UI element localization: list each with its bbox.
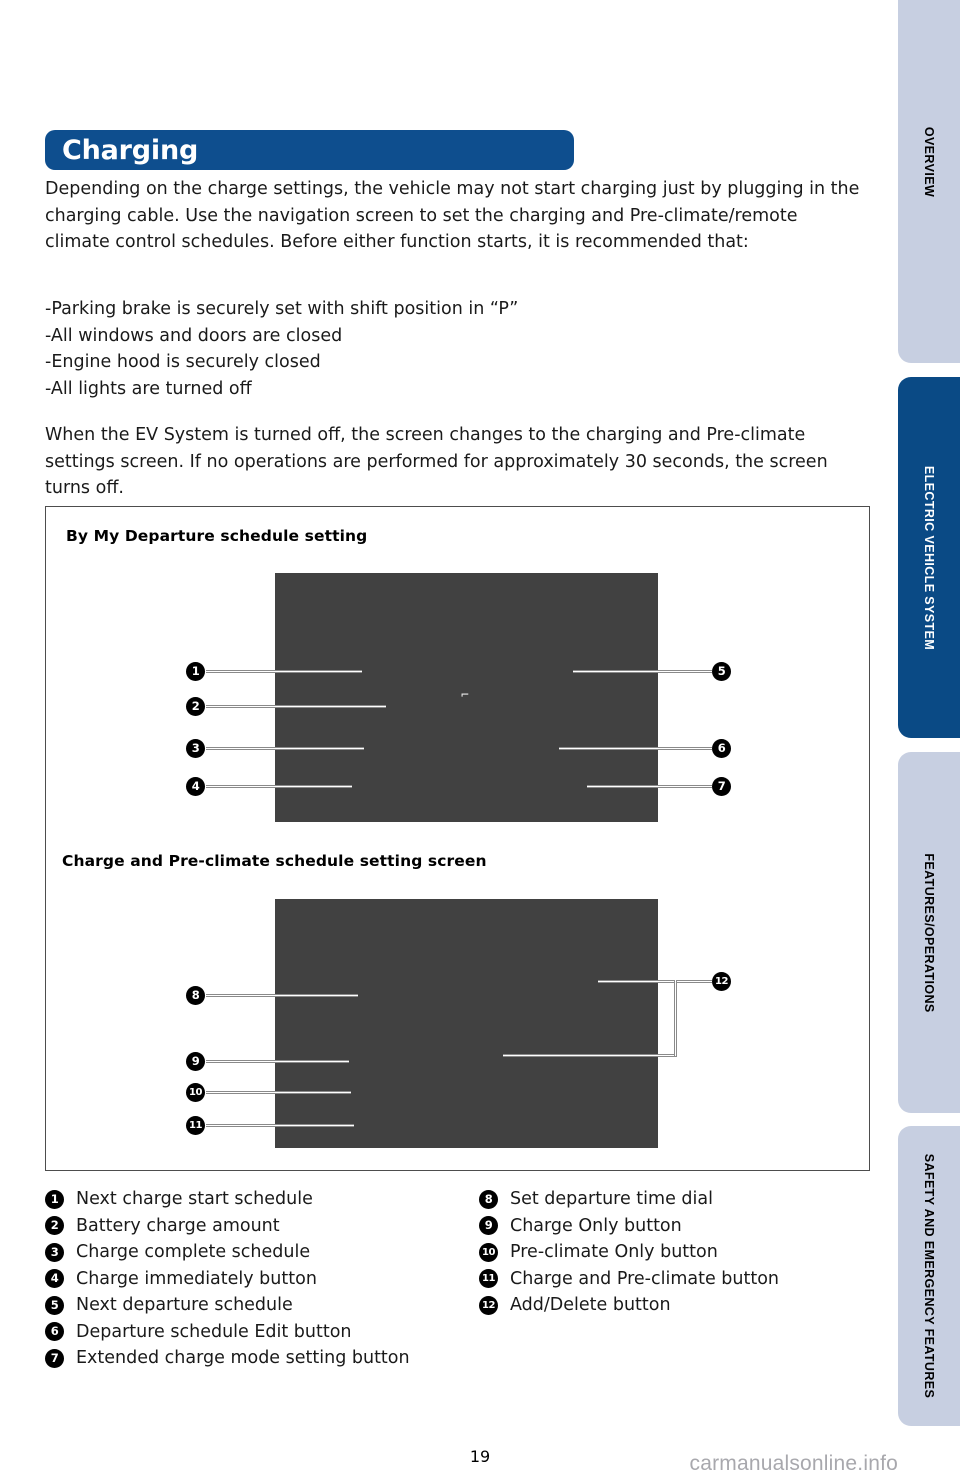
side-tab-overview-label: OVERVIEW bbox=[922, 126, 936, 197]
legend-item: 1 Next charge start schedule bbox=[45, 1186, 410, 1213]
legend-number: 9 bbox=[479, 1216, 498, 1236]
side-tab-overview[interactable]: OVERVIEW bbox=[898, 0, 960, 363]
figure-box: By My Departure schedule setting ⌐ 1 2 3… bbox=[45, 506, 870, 1171]
legend-item: 5 Next departure schedule bbox=[45, 1292, 410, 1319]
callout-12: 12 bbox=[712, 972, 731, 991]
site-watermark: carmanualsonline.info bbox=[689, 1452, 898, 1475]
legend-label: Charge complete schedule bbox=[76, 1242, 311, 1263]
legend-label: Departure schedule Edit button bbox=[76, 1321, 352, 1342]
legend-number: 11 bbox=[479, 1269, 498, 1289]
legend-label: Next departure schedule bbox=[76, 1295, 293, 1316]
leader-line-3 bbox=[206, 747, 364, 750]
legend-number: 2 bbox=[45, 1216, 64, 1236]
legend-item: 11 Charge and Pre-climate button bbox=[479, 1266, 779, 1293]
legend-column-right: 8 Set departure time dial 9 Charge Only … bbox=[479, 1186, 779, 1319]
legend-number: 10 bbox=[479, 1242, 498, 1262]
legend-item: 4 Charge immediately button bbox=[45, 1266, 410, 1293]
leader-line-5 bbox=[573, 670, 712, 673]
page-title: Charging bbox=[62, 135, 199, 166]
legend-label: Next charge start schedule bbox=[76, 1189, 313, 1210]
callout-11: 11 bbox=[186, 1116, 205, 1135]
legend-item: 12 Add/Delete button bbox=[479, 1292, 779, 1319]
legend-number: 4 bbox=[45, 1269, 64, 1289]
leader-line-1 bbox=[206, 670, 362, 673]
callout-1: 1 bbox=[186, 662, 205, 681]
legend-label: Charge and Pre-climate button bbox=[510, 1268, 780, 1289]
legend-item: 8 Set departure time dial bbox=[479, 1186, 779, 1213]
ev-system-off-paragraph: When the EV System is turned off, the sc… bbox=[45, 425, 828, 498]
leader-line-12-connector bbox=[674, 980, 677, 1056]
legend-number: 12 bbox=[479, 1295, 498, 1315]
legend-label: Extended charge mode setting button bbox=[76, 1348, 410, 1369]
side-tab-features-operations[interactable]: FEATURES/OPERATIONS bbox=[898, 752, 960, 1113]
side-tab-features-operations-label: FEATURES/OPERATIONS bbox=[922, 852, 936, 1013]
legend-label: Add/Delete button bbox=[510, 1295, 671, 1316]
legend-item: 9 Charge Only button bbox=[479, 1213, 779, 1240]
side-tab-electric-vehicle-system-label: ELECTRIC VEHICLE SYSTEM bbox=[922, 465, 936, 650]
legend-number: 5 bbox=[45, 1295, 64, 1315]
screen-bracket-glyph: ⌐ bbox=[461, 688, 469, 703]
callout-9: 9 bbox=[186, 1052, 205, 1071]
manual-page: OVERVIEW ELECTRIC VEHICLE SYSTEM FEATURE… bbox=[0, 0, 960, 1484]
side-tab-strip: OVERVIEW ELECTRIC VEHICLE SYSTEM FEATURE… bbox=[898, 0, 960, 1484]
leader-line-11 bbox=[206, 1124, 354, 1127]
leader-line-4 bbox=[206, 785, 352, 788]
callout-5: 5 bbox=[712, 662, 731, 681]
leader-line-6 bbox=[559, 747, 712, 750]
callout-3: 3 bbox=[186, 739, 205, 758]
legend-column-left: 1 Next charge start schedule 2 Battery c… bbox=[45, 1186, 410, 1372]
leader-line-10 bbox=[206, 1091, 351, 1094]
legend-item: 3 Charge complete schedule bbox=[45, 1239, 410, 1266]
callout-2: 2 bbox=[186, 697, 205, 716]
legend-label: Charge immediately button bbox=[76, 1268, 317, 1289]
conditions-list: -Parking brake is securely set with shif… bbox=[45, 299, 519, 399]
callout-6: 6 bbox=[712, 739, 731, 758]
side-tab-safety-and-emergency-features[interactable]: SAFETY AND EMERGENCY FEATURES bbox=[898, 1126, 960, 1426]
callout-4: 4 bbox=[186, 777, 205, 796]
callout-7: 7 bbox=[712, 777, 731, 796]
legend-item: 10 Pre-climate Only button bbox=[479, 1239, 779, 1266]
leader-line-12-lower bbox=[503, 1054, 677, 1057]
side-tab-safety-and-emergency-features-label: SAFETY AND EMERGENCY FEATURES bbox=[922, 1153, 936, 1399]
legend-item: 2 Battery charge amount bbox=[45, 1213, 410, 1240]
leader-line-8 bbox=[206, 994, 358, 997]
leader-line-2 bbox=[206, 705, 386, 708]
figure-caption-charge-preclimate: Charge and Pre-climate schedule setting … bbox=[62, 852, 487, 870]
legend-number: 6 bbox=[45, 1322, 64, 1342]
legend-item: 7 Extended charge mode setting button bbox=[45, 1345, 410, 1372]
leader-line-12-upper bbox=[598, 980, 712, 983]
figure-caption-departure-schedule: By My Departure schedule setting bbox=[66, 527, 368, 545]
leader-line-9 bbox=[206, 1060, 349, 1063]
intro-paragraph: Depending on the charge settings, the ve… bbox=[45, 179, 860, 252]
callout-legend: 1 Next charge start schedule 2 Battery c… bbox=[45, 1186, 875, 1376]
legend-number: 8 bbox=[479, 1189, 498, 1209]
legend-label: Pre-climate Only button bbox=[510, 1242, 718, 1263]
legend-item: 6 Departure schedule Edit button bbox=[45, 1319, 410, 1346]
legend-label: Battery charge amount bbox=[76, 1215, 280, 1236]
legend-label: Charge Only button bbox=[510, 1215, 682, 1236]
callout-10: 10 bbox=[186, 1083, 205, 1102]
legend-label: Set departure time dial bbox=[510, 1189, 713, 1210]
side-tab-electric-vehicle-system[interactable]: ELECTRIC VEHICLE SYSTEM bbox=[898, 377, 960, 738]
screenshot-charge-preclimate-schedule bbox=[275, 899, 658, 1148]
section-header-bar: Charging bbox=[45, 130, 574, 170]
callout-8: 8 bbox=[186, 986, 205, 1005]
legend-number: 1 bbox=[45, 1189, 64, 1209]
leader-line-7 bbox=[587, 785, 712, 788]
legend-number: 3 bbox=[45, 1242, 64, 1262]
legend-number: 7 bbox=[45, 1348, 64, 1368]
